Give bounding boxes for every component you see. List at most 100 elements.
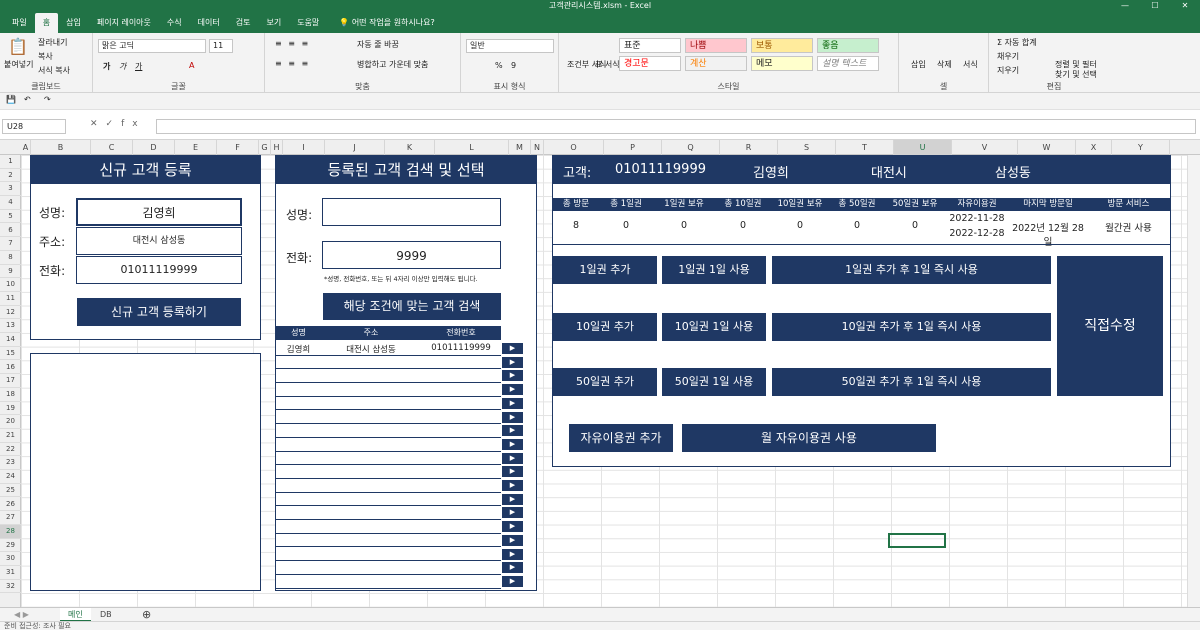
row-header-3[interactable]: 3 — [0, 182, 21, 197]
tab-home[interactable]: 홈 — [34, 13, 59, 33]
column-header-W[interactable]: W — [1018, 140, 1076, 155]
result-row[interactable] — [276, 479, 501, 493]
row-header-5[interactable]: 5 — [0, 210, 21, 224]
register-phone-field[interactable]: 01011119999 — [76, 256, 242, 284]
style-note[interactable]: 메모 — [751, 56, 813, 71]
column-header-J[interactable]: J — [325, 140, 385, 155]
column-header-L[interactable]: L — [435, 140, 509, 155]
column-header-G[interactable]: G — [259, 140, 271, 155]
result-row[interactable] — [276, 506, 501, 521]
tab-file[interactable]: 파일 — [4, 13, 35, 33]
row-header-4[interactable]: 4 — [0, 196, 21, 210]
column-header-O[interactable]: O — [544, 140, 604, 155]
row-header-28[interactable]: 28 — [0, 524, 21, 539]
tell-me-search[interactable]: 💡 어떤 작업을 원하시나요? — [331, 13, 442, 33]
tab-page-layout[interactable]: 페이지 레이아웃 — [89, 13, 159, 33]
format-as-table-button[interactable]: 표 서식 — [595, 59, 620, 70]
search-phone-field[interactable]: 9999 — [322, 241, 501, 269]
row-header-21[interactable]: 21 — [0, 429, 21, 443]
row-header-32[interactable]: 32 — [0, 580, 21, 594]
select-row-button[interactable]: ▶ — [502, 493, 523, 505]
delete-cells-button[interactable]: 삭제 — [937, 59, 952, 70]
find-select-button[interactable]: 찾기 및 선택 — [1055, 69, 1097, 80]
percent-button[interactable]: % — [495, 61, 503, 70]
column-header-P[interactable]: P — [604, 140, 662, 155]
add-use-1day-button[interactable]: 1일권 추가 후 1일 즉시 사용 — [772, 256, 1051, 284]
column-header-R[interactable]: R — [720, 140, 778, 155]
align-icons[interactable]: ≡ ≡ ≡ — [275, 39, 310, 48]
column-header-K[interactable]: K — [385, 140, 435, 155]
row-header-2[interactable]: 2 — [0, 169, 21, 183]
style-good[interactable]: 좋음 — [817, 38, 879, 53]
cut-button[interactable]: 잘라내기 — [38, 37, 67, 48]
font-family-select[interactable]: 맑은 고딕 — [98, 39, 206, 53]
row-header-18[interactable]: 18 — [0, 388, 21, 402]
select-row-button[interactable]: ▶ — [502, 370, 523, 382]
formula-input[interactable] — [156, 119, 1196, 134]
paste-button[interactable]: 붙여넣기 — [4, 59, 33, 70]
close-icon[interactable]: ✕ — [1170, 0, 1200, 11]
row-header-7[interactable]: 7 — [0, 237, 21, 251]
vertical-scrollbar[interactable] — [1187, 155, 1200, 607]
column-header-S[interactable]: S — [778, 140, 836, 155]
row-header-31[interactable]: 31 — [0, 566, 21, 580]
style-calculation[interactable]: 계산 — [685, 56, 747, 71]
column-header-D[interactable]: D — [133, 140, 175, 155]
select-row-button[interactable]: ▶ — [502, 521, 523, 533]
column-header-U[interactable]: U — [894, 140, 952, 155]
style-explanatory[interactable]: 설명 텍스트 — [817, 56, 879, 71]
result-row[interactable] — [276, 438, 501, 452]
add-10day-button[interactable]: 10일권 추가 — [553, 313, 657, 341]
tab-data[interactable]: 데이터 — [190, 13, 228, 33]
use-10day-button[interactable]: 10일권 1일 사용 — [662, 313, 766, 341]
select-row-button[interactable]: ▶ — [502, 397, 523, 409]
name-box[interactable]: U28 — [2, 119, 66, 134]
format-painter-button[interactable]: 서식 복사 — [38, 65, 70, 76]
formula-icons[interactable]: ✕✓fx — [90, 119, 146, 129]
row-header-17[interactable]: 17 — [0, 374, 21, 388]
row-header-24[interactable]: 24 — [0, 470, 21, 484]
row-header-10[interactable]: 10 — [0, 278, 21, 292]
row-header-22[interactable]: 22 — [0, 443, 21, 457]
select-row-button[interactable]: ▶ — [502, 425, 523, 437]
row-header-12[interactable]: 12 — [0, 306, 21, 320]
use-monthly-pass-button[interactable]: 월 자유이용권 사용 — [682, 424, 936, 452]
column-header-V[interactable]: V — [952, 140, 1018, 155]
add-use-10day-button[interactable]: 10일권 추가 후 1일 즉시 사용 — [772, 313, 1051, 341]
result-row[interactable] — [276, 561, 501, 575]
style-warning[interactable]: 경고문 — [619, 56, 681, 71]
select-row-button[interactable]: ▶ — [502, 507, 523, 519]
row-header-19[interactable]: 19 — [0, 402, 21, 416]
row-header-9[interactable]: 9 — [0, 265, 21, 279]
column-header-A[interactable]: A — [21, 140, 31, 155]
select-row-button[interactable]: ▶ — [502, 562, 523, 574]
column-header-E[interactable]: E — [175, 140, 217, 155]
clear-button[interactable]: 지우기 — [997, 65, 1019, 76]
result-row[interactable] — [276, 411, 501, 425]
add-1day-button[interactable]: 1일권 추가 — [553, 256, 657, 284]
select-row-button[interactable]: ▶ — [502, 548, 523, 560]
result-row[interactable]: 김영희 대전시 삼성동 01011119999 — [276, 342, 501, 356]
save-icon[interactable]: 💾 — [6, 95, 16, 104]
result-row[interactable] — [276, 548, 501, 562]
bold-button[interactable]: 가 — [103, 61, 110, 72]
use-50day-button[interactable]: 50일권 1일 사용 — [662, 368, 766, 396]
tab-insert[interactable]: 삽입 — [58, 13, 89, 33]
minimize-icon[interactable]: — — [1110, 0, 1140, 11]
row-header-14[interactable]: 14 — [0, 333, 21, 347]
add-50day-button[interactable]: 50일권 추가 — [553, 368, 657, 396]
style-normal[interactable]: 표준 — [619, 38, 681, 53]
column-header-Q[interactable]: Q — [662, 140, 720, 155]
select-row-button[interactable]: ▶ — [502, 480, 523, 491]
add-sheet-icon[interactable]: ⊕ — [134, 608, 159, 622]
column-header-C[interactable]: C — [91, 140, 133, 155]
number-format-select[interactable]: 일반 — [466, 39, 554, 53]
row-header-30[interactable]: 30 — [0, 552, 21, 566]
add-free-pass-button[interactable]: 자유이용권 추가 — [569, 424, 673, 452]
edit-directly-button[interactable]: 직접수정 — [1057, 256, 1163, 396]
style-bad[interactable]: 나쁨 — [685, 38, 747, 53]
row-header-11[interactable]: 11 — [0, 292, 21, 306]
tab-formulas[interactable]: 수식 — [159, 13, 190, 33]
comma-button[interactable]: 9 — [511, 61, 516, 70]
insert-cells-button[interactable]: 삽입 — [911, 59, 926, 70]
